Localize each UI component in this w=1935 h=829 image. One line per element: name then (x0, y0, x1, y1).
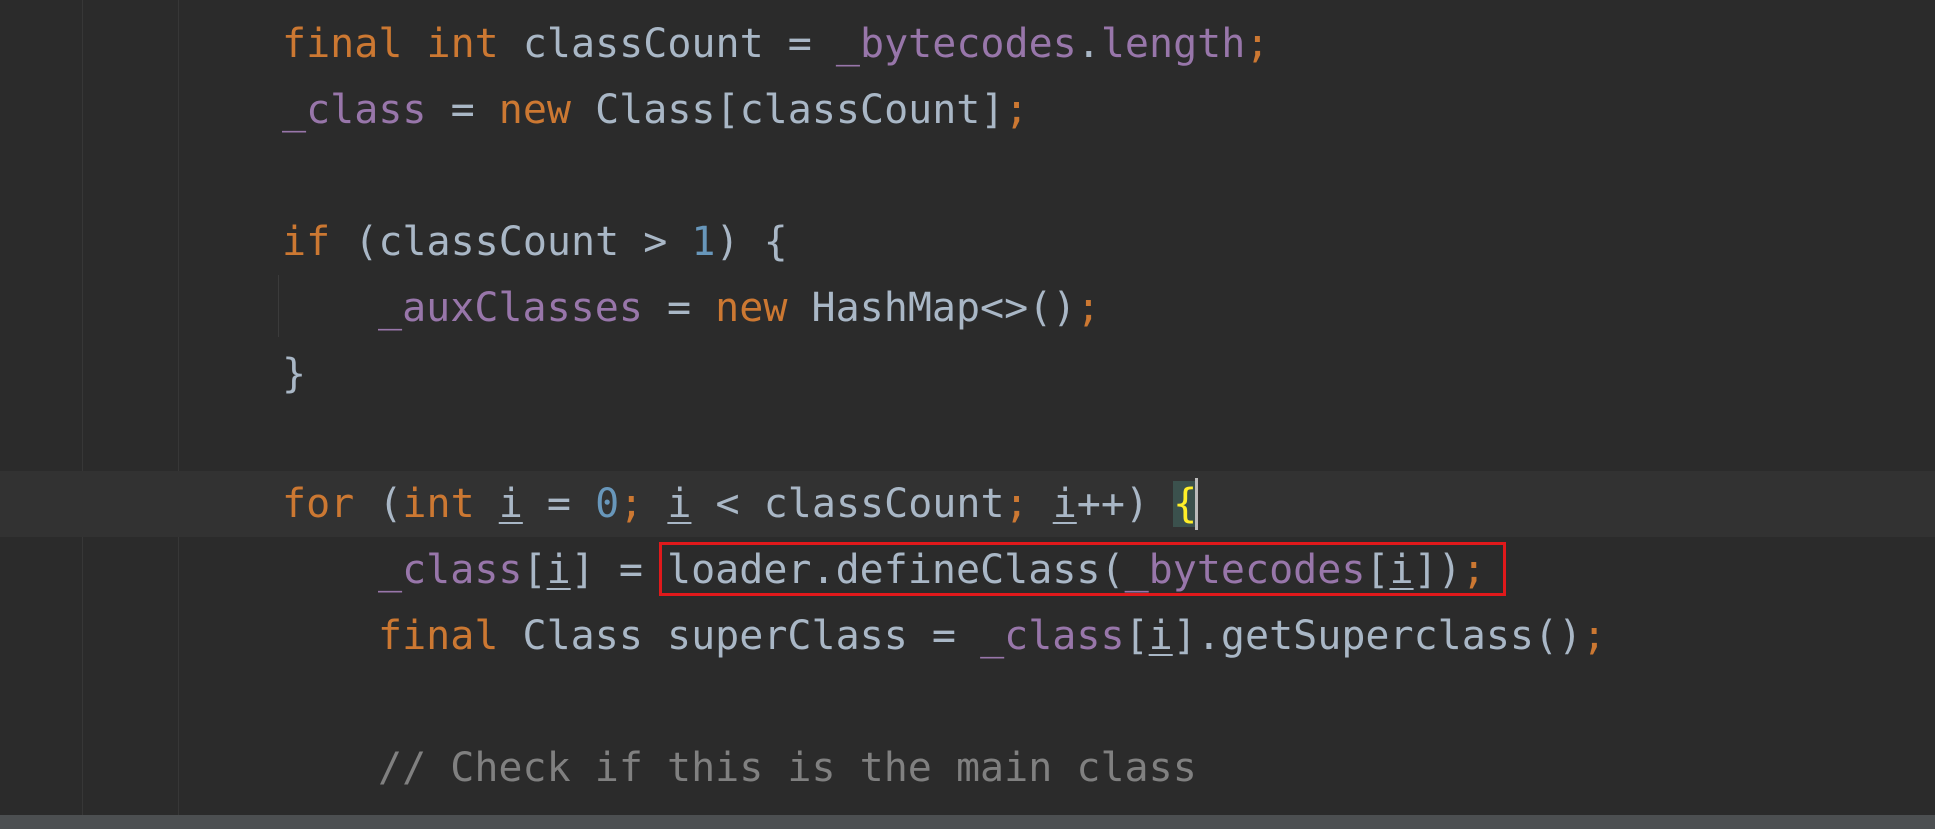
code-token: i (546, 547, 571, 593)
horizontal-scrollbar[interactable] (0, 815, 1935, 829)
code-token: = (522, 481, 596, 527)
code-token: (classCount > (354, 219, 692, 265)
code-line-text: final Class superClass = _class[i].getSu… (378, 603, 1606, 669)
scrollbar-thumb[interactable] (0, 815, 1935, 829)
code-token: ) { (715, 219, 788, 265)
code-token: _class (282, 87, 427, 133)
code-token: classCount = (522, 21, 836, 67)
code-token: Class superClass = (522, 613, 981, 659)
code-line-text: final int classCount = _bytecodes.length… (282, 11, 1269, 77)
code-token: i (1389, 547, 1414, 593)
code-line-10[interactable]: final Class superClass = _class[i].getSu… (0, 603, 1935, 669)
code-token: 0 (595, 481, 620, 527)
code-token: i (1052, 481, 1077, 527)
code-line-text: _class = new Class[classCount]; (282, 77, 1029, 143)
code-token: ; (1245, 21, 1270, 67)
code-line-8[interactable]: for (int i = 0; i < classCount; i++) { (0, 471, 1935, 537)
code-token: i (667, 481, 692, 527)
code-token: { (1173, 481, 1198, 527)
code-line-4[interactable]: if (classCount > 1) { (0, 209, 1935, 275)
code-token: [ (522, 547, 547, 593)
code-token: i (498, 481, 523, 527)
code-token: ]) (1413, 547, 1462, 593)
code-token: ++) (1076, 481, 1174, 527)
code-token: ; (1461, 547, 1486, 593)
code-token: = (426, 87, 499, 133)
code-token: length (1100, 21, 1246, 67)
code-token: for (282, 481, 379, 527)
code-line-7[interactable] (0, 407, 1935, 473)
code-token: final (282, 21, 427, 67)
code-token: _bytecodes (1124, 547, 1366, 593)
code-token: new (715, 285, 812, 331)
code-line-1[interactable]: final int classCount = _bytecodes.length… (0, 11, 1935, 77)
code-token: [ (1365, 547, 1390, 593)
code-token: . (1076, 21, 1101, 67)
code-token: // Check if this is the main class (378, 745, 1197, 791)
code-line-11[interactable] (0, 669, 1935, 735)
code-token: ; (1004, 481, 1053, 527)
text-cursor (1195, 478, 1198, 530)
code-token: [ (1124, 613, 1149, 659)
code-token: final (378, 613, 523, 659)
code-token: Class[classCount] (595, 87, 1005, 133)
code-token: ] = loader.defineClass( (570, 547, 1125, 593)
code-token: ( (378, 481, 403, 527)
code-line-12[interactable]: // Check if this is the main class (0, 735, 1935, 801)
code-token: _class (378, 547, 523, 593)
code-line-text: _auxClasses = new HashMap<>(); (378, 275, 1100, 341)
code-line-text: // Check if this is the main class (378, 735, 1197, 801)
code-token: int (402, 481, 499, 527)
code-token: ; (1004, 87, 1029, 133)
code-token: _auxClasses (378, 285, 643, 331)
code-line-9[interactable]: _class[i] = loader.defineClass(_bytecode… (0, 537, 1935, 603)
code-line-5[interactable]: _auxClasses = new HashMap<>(); (0, 275, 1935, 341)
code-line-text: _class[i] = loader.defineClass(_bytecode… (378, 537, 1486, 603)
code-editor[interactable]: final int classCount = _bytecodes.length… (0, 0, 1935, 829)
code-line-2[interactable]: _class = new Class[classCount]; (0, 77, 1935, 143)
code-line-text: for (int i = 0; i < classCount; i++) { (282, 471, 1198, 537)
code-line-text: if (classCount > 1) { (282, 209, 788, 275)
code-token: i (1148, 613, 1173, 659)
code-token: new (498, 87, 596, 133)
code-token: 1 (691, 219, 716, 265)
code-token: ].getSuperclass() (1172, 613, 1583, 659)
code-token: ; (1076, 285, 1101, 331)
code-token: ; (619, 481, 668, 527)
code-token: = (642, 285, 716, 331)
code-token: int (426, 21, 523, 67)
code-line-text: } (282, 341, 306, 407)
code-token: _bytecodes (835, 21, 1077, 67)
code-line-6[interactable]: } (0, 341, 1935, 407)
code-token: HashMap<>() (811, 285, 1077, 331)
code-token: } (282, 351, 307, 397)
code-token: < classCount (691, 481, 1005, 527)
code-line-3[interactable] (0, 143, 1935, 209)
code-token: _class (980, 613, 1125, 659)
code-token: if (282, 219, 355, 265)
code-token: ; (1582, 613, 1607, 659)
